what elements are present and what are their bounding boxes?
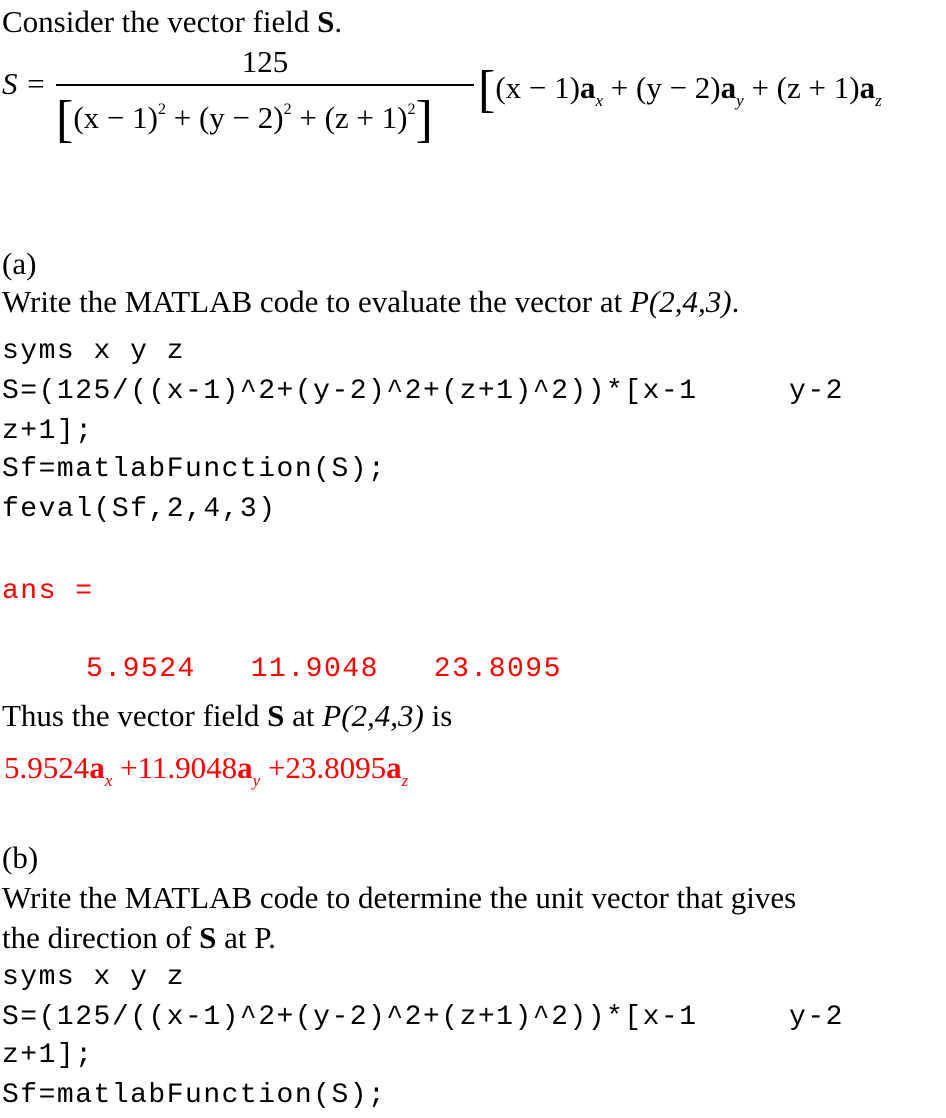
result-coef-y: +11.9048 — [120, 750, 238, 785]
result-unit-z: a — [386, 750, 402, 785]
part-a-point: P(2,4,3) — [630, 284, 732, 319]
intro-period: . — [334, 4, 343, 39]
equation-fraction: 125 [(x − 1)2 + (y − 2)2 + (z + 1)2] — [56, 44, 474, 149]
code-line: z+1]; — [2, 416, 94, 447]
part-a-prompt-text: Write the MATLAB code to evaluate the ve… — [2, 284, 630, 319]
part-a-result: 5.9524ax +11.9048ay +23.8095az — [4, 752, 408, 789]
den-term-1: (x − 1) — [73, 100, 158, 135]
den-term-3: + (z + 1) — [291, 100, 408, 135]
result-coef-z: +23.8095 — [267, 750, 387, 785]
conclusion-end: is — [423, 698, 453, 733]
part-b-prompt-text: the direction of — [2, 920, 200, 955]
output-value: 5.9524 — [86, 654, 196, 685]
equation-numerator: 125 — [241, 44, 289, 79]
den-exp-1: 2 — [157, 101, 166, 118]
unit-sub-x: x — [595, 91, 604, 110]
part-b-prompt-end: at P. — [216, 920, 276, 955]
code-line: Sf=matlabFunction(S); — [2, 1080, 387, 1111]
conclusion-point: P(2,4,3) — [322, 698, 424, 733]
code-line: Sf=matlabFunction(S); — [2, 454, 387, 485]
unit-vector-z: a — [859, 70, 876, 105]
code-line: syms x y z — [2, 336, 186, 367]
part-a-conclusion: Thus the vector field S at P(2,4,3) is — [2, 700, 452, 731]
output-value: 11.9048 — [250, 654, 379, 685]
den-term-2: + (y − 2) — [165, 100, 284, 135]
unit-vector-x: a — [579, 70, 596, 105]
unit-vector-y: a — [720, 70, 737, 105]
result-sub-x: x — [104, 771, 113, 790]
right-bracket: ] — [415, 91, 433, 148]
vec-coef-z: (z + 1) — [776, 70, 860, 105]
vec-coef-x: (x − 1) — [495, 70, 580, 105]
result-coef-x: 5.9524 — [4, 750, 90, 785]
part-a-prompt: Write the MATLAB code to evaluate the ve… — [2, 284, 740, 319]
conclusion-text: Thus the vector field — [2, 698, 268, 733]
output-values: 5.9524 11.9048 23.8095 — [86, 656, 562, 684]
left-bracket: [ — [56, 91, 74, 148]
part-b-label: (b) — [2, 840, 39, 875]
equation-lhs: S = — [2, 68, 46, 99]
vector-symbol: S — [317, 4, 335, 39]
part-b-vector: S — [199, 920, 217, 955]
output-label: ans = — [2, 576, 94, 607]
part-b-prompt-line1: Write the MATLAB code to determine the u… — [2, 880, 797, 915]
intro-text-body: Consider the vector field — [2, 4, 318, 39]
result-unit-y: a — [237, 750, 253, 785]
code-line: syms x y z — [2, 962, 186, 993]
code-line: z+1]; — [2, 1040, 94, 1071]
intro-text: Consider the vector field S. — [2, 6, 342, 37]
vec-coef-y: (y − 2) — [636, 70, 721, 105]
part-a-label: (a) — [2, 246, 37, 281]
equation-lhs-text: S = — [2, 66, 47, 101]
code-line: S=(125/((x-1)^2+(y-2)^2+(z+1)^2))*[x-1 y… — [2, 1002, 844, 1033]
den-exp-2: 2 — [283, 101, 292, 118]
conclusion-vector: S — [267, 698, 285, 733]
unit-sub-z: z — [875, 91, 882, 110]
equation-vector: [(x − 1)ax + (y − 2)ay + (z + 1)az — [478, 61, 882, 118]
equation-denominator: [(x − 1)2 + (y − 2)2 + (z + 1)2] — [56, 90, 474, 149]
result-sub-z: z — [401, 771, 409, 790]
output-value: 23.8095 — [433, 654, 562, 685]
result-sub-y: y — [252, 771, 261, 790]
unit-sub-y: y — [736, 91, 744, 110]
code-line: feval(Sf,2,4,3) — [2, 494, 277, 525]
part-b-prompt-line2: the direction of S at P. — [2, 922, 276, 953]
conclusion-at: at — [284, 698, 323, 733]
code-line: S=(125/((x-1)^2+(y-2)^2+(z+1)^2))*[x-1 y… — [2, 376, 844, 407]
vector-left-bracket: [ — [478, 61, 496, 118]
fraction-bar — [56, 84, 474, 86]
result-unit-x: a — [89, 750, 105, 785]
